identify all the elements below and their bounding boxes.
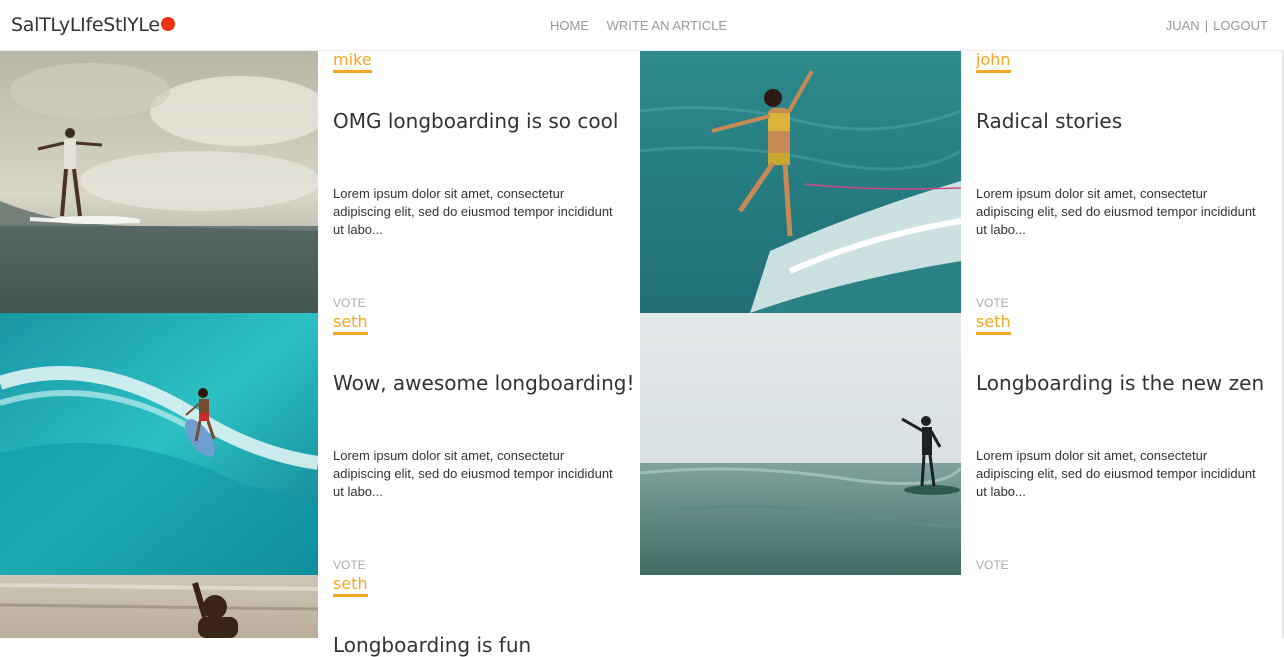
article-body: seth Longboarding is fun: [333, 575, 633, 657]
article-title[interactable]: OMG longboarding is so cool: [333, 109, 618, 133]
vote-button[interactable]: VOTE: [976, 296, 1009, 310]
user-name-link[interactable]: JUAN: [1166, 18, 1200, 33]
logout-link[interactable]: LOGOUT: [1213, 18, 1268, 33]
article-excerpt: Lorem ipsum dolor sit amet, consectetur …: [333, 448, 613, 499]
article-body: seth Longboarding is the new zen Lorem i…: [976, 313, 1276, 575]
article-body: mike OMG longboarding is so cool Lorem i…: [333, 51, 633, 313]
article-card[interactable]: seth Longboarding is the new zen Lorem i…: [640, 313, 1280, 575]
surfer-photo-image: [0, 313, 318, 575]
article-image[interactable]: [640, 313, 961, 575]
surfer-photo-image: [640, 313, 961, 575]
main-nav: HOME WRITE AN ARTICLE: [550, 18, 741, 33]
article-card[interactable]: mike OMG longboarding is so cool Lorem i…: [0, 51, 640, 313]
article-body: john Radical stories Lorem ipsum dolor s…: [976, 51, 1276, 313]
article-title[interactable]: Longboarding is the new zen: [976, 371, 1264, 395]
article-excerpt: Lorem ipsum dolor sit amet, consectetur …: [333, 186, 613, 237]
article-image[interactable]: [640, 51, 961, 313]
article-card[interactable]: seth Wow, awesome longboarding! Lorem ip…: [0, 313, 640, 575]
article-card[interactable]: seth Longboarding is fun: [0, 575, 640, 657]
article-title[interactable]: Longboarding is fun: [333, 633, 531, 657]
article-author[interactable]: mike: [333, 51, 372, 73]
nav-write-article-link[interactable]: WRITE AN ARTICLE: [607, 18, 727, 33]
article-title[interactable]: Radical stories: [976, 109, 1122, 133]
vote-button[interactable]: VOTE: [976, 558, 1009, 572]
user-menu: JUAN | LOGOUT: [1166, 18, 1268, 33]
article-author[interactable]: john: [976, 51, 1011, 73]
vote-button[interactable]: VOTE: [333, 296, 366, 310]
surfer-photo-image: [0, 575, 318, 638]
brand-name: SalTLyLIfeStlYLe: [11, 14, 160, 36]
article-author[interactable]: seth: [976, 313, 1011, 335]
brand-dot-icon: [160, 17, 175, 31]
article-image[interactable]: [0, 51, 318, 313]
surfer-photo-image: [640, 51, 961, 313]
nav-home-link[interactable]: HOME: [550, 18, 589, 33]
article-title[interactable]: Wow, awesome longboarding!: [333, 371, 635, 395]
article-image[interactable]: [0, 313, 318, 575]
user-menu-separator: |: [1204, 18, 1209, 33]
article-body: seth Wow, awesome longboarding! Lorem ip…: [333, 313, 635, 575]
vote-button[interactable]: VOTE: [333, 558, 366, 572]
article-author[interactable]: seth: [333, 575, 368, 597]
article-excerpt: Lorem ipsum dolor sit amet, consectetur …: [976, 186, 1256, 237]
article-card[interactable]: john Radical stories Lorem ipsum dolor s…: [640, 51, 1280, 313]
article-author[interactable]: seth: [333, 313, 368, 335]
surfer-photo-image: [0, 51, 318, 313]
brand-logo[interactable]: SalTLyLIfeStlYLe: [11, 14, 175, 36]
top-navbar: SalTLyLIfeStlYLe HOME WRITE AN ARTICLE J…: [0, 0, 1284, 51]
article-image[interactable]: [0, 575, 318, 638]
article-excerpt: Lorem ipsum dolor sit amet, consectetur …: [976, 448, 1256, 499]
